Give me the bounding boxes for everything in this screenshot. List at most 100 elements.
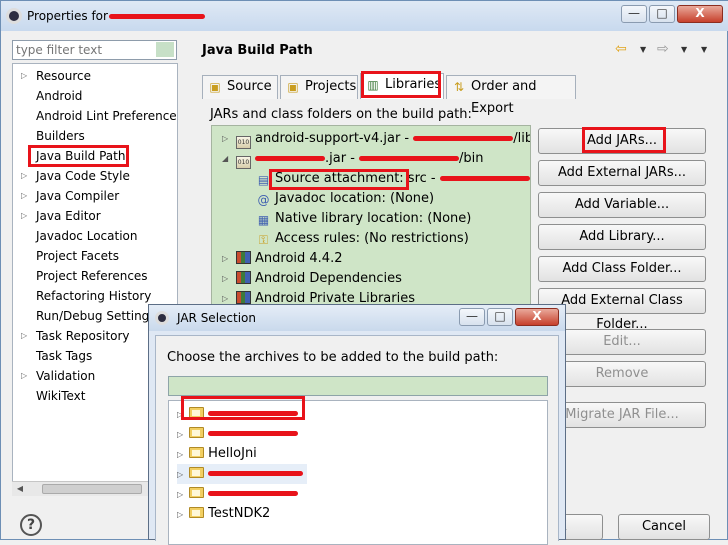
category-item[interactable]: ▷ Resource — [13, 66, 177, 86]
expand-arrow-icon[interactable]: ▷ — [222, 269, 228, 289]
category-label: Android Lint Preferences — [36, 109, 178, 123]
library-row[interactable]: ▷ 010 android-support-v4.jar - /libs — [222, 129, 530, 149]
add-variable-button[interactable]: Add Variable... — [538, 192, 706, 218]
libraries-tree: ▷ 010 android-support-v4.jar - /libs ◢ 010 .j… — [211, 125, 531, 305]
archive-filter-input[interactable] — [168, 376, 548, 396]
library-row[interactable]: @ Javadoc location: (None) — [256, 189, 435, 209]
category-label: Project Facets — [36, 249, 119, 263]
expand-arrow-icon[interactable]: ▷ — [21, 186, 31, 206]
expand-arrow-icon[interactable]: ▷ — [222, 249, 228, 269]
window-titlebar[interactable]: Properties for — □ X — [1, 1, 728, 31]
dialog-maximize-button[interactable]: □ — [487, 308, 513, 326]
category-item[interactable]: Android — [13, 86, 177, 106]
expand-arrow-icon[interactable]: ◢ — [222, 149, 228, 169]
expand-arrow-icon[interactable]: ▷ — [21, 206, 31, 226]
project-item[interactable]: ▷ — [177, 464, 527, 484]
expand-arrow-icon[interactable]: ▷ — [177, 410, 183, 419]
expand-arrow-icon[interactable]: ▷ — [21, 66, 31, 86]
project-item[interactable]: ▷ — [177, 404, 527, 424]
close-button[interactable]: X — [677, 5, 723, 23]
back-dropdown-icon[interactable]: ▼ — [640, 45, 646, 54]
expand-arrow-icon[interactable]: ▷ — [177, 490, 183, 499]
category-label: Java Compiler — [36, 189, 120, 203]
category-item[interactable]: Android Lint Preferences — [13, 106, 177, 126]
expand-arrow-icon[interactable]: ▷ — [21, 366, 31, 386]
eclipse-app-icon — [155, 311, 169, 325]
help-icon[interactable]: ? — [20, 514, 42, 536]
dialog-minimize-button[interactable]: — — [459, 308, 485, 326]
window-title: Properties for — [27, 9, 108, 23]
library-row[interactable]: ▦ Native library location: (None) — [256, 209, 472, 229]
expand-arrow-icon[interactable]: ▷ — [177, 450, 183, 459]
expand-arrow-icon[interactable]: ▷ — [21, 166, 31, 186]
dialog-close-button[interactable]: X — [515, 308, 559, 326]
category-label: Run/Debug Settings — [36, 309, 156, 323]
library-row[interactable]: ◢ 010 .jar - /bin — [222, 149, 484, 169]
library-row[interactable]: ⚿ Access rules: (No restrictions) — [256, 229, 469, 249]
back-arrow-icon[interactable]: ⇦ — [615, 41, 627, 57]
project-item[interactable]: ▷ — [177, 424, 527, 444]
category-item[interactable]: Builders — [13, 126, 177, 146]
library-books-icon — [236, 251, 251, 264]
library-row[interactable]: ▷ Android Dependencies — [222, 269, 402, 289]
cancel-button[interactable]: Cancel — [618, 514, 710, 540]
expand-arrow-icon[interactable]: ▷ — [177, 510, 183, 519]
expand-arrow-icon[interactable]: ▷ — [21, 326, 31, 346]
project-folder-icon — [189, 427, 205, 438]
dialog-titlebar[interactable]: JAR Selection — □ X — [149, 305, 565, 331]
libraries-icon: ▥ — [367, 78, 379, 92]
forward-dropdown-icon[interactable]: ▼ — [681, 45, 687, 54]
redacted-path — [413, 136, 514, 141]
category-item[interactable]: Project Facets — [13, 246, 177, 266]
maximize-button[interactable]: □ — [649, 5, 675, 23]
category-item[interactable]: ▷ Java Code Style — [13, 166, 177, 186]
expand-arrow-icon[interactable]: ▷ — [177, 430, 183, 439]
expand-arrow-icon[interactable]: ▷ — [222, 129, 228, 149]
project-item[interactable]: ▷ HelloJni — [177, 444, 527, 464]
category-label: Android — [36, 89, 83, 103]
category-item[interactable]: ▷ Java Editor — [13, 206, 177, 226]
library-label: Source attachment: src - — [275, 171, 440, 186]
add-class-folder-button[interactable]: Add Class Folder... — [538, 256, 706, 282]
expand-arrow-icon[interactable]: ▷ — [222, 289, 228, 304]
library-row[interactable]: ▷ Android Private Libraries — [222, 289, 415, 304]
category-label: Java Build Path — [36, 149, 126, 163]
category-label: Project References — [36, 269, 148, 283]
tab-order-export[interactable]: ⇅ Order and Export — [446, 75, 576, 116]
expand-arrow-icon[interactable]: ▷ — [177, 470, 183, 479]
library-books-icon — [236, 271, 251, 284]
tab-libraries[interactable]: ▥ Libraries — [360, 73, 444, 99]
add-library-button[interactable]: Add Library... — [538, 224, 706, 250]
library-row[interactable]: ▷ Android 4.4.2 — [222, 249, 342, 269]
library-label: Android Dependencies — [255, 271, 402, 286]
eclipse-app-icon — [6, 8, 22, 24]
category-item[interactable]: Refactoring History — [13, 286, 177, 306]
category-label: Builders — [36, 129, 85, 143]
view-menu-icon[interactable]: ▼ — [701, 45, 707, 54]
minimize-button[interactable]: — — [621, 5, 647, 23]
library-row[interactable]: ▤ Source attachment: src - — [256, 169, 530, 189]
dialog-body: Choose the archives to be added to the b… — [155, 335, 559, 545]
category-item[interactable]: Javadoc Location — [13, 226, 177, 246]
scroll-thumb[interactable] — [42, 484, 142, 494]
tab-source[interactable]: ▣ Source — [202, 75, 278, 99]
category-item[interactable]: Java Build Path — [13, 146, 177, 166]
tab-label: Libraries — [385, 77, 442, 92]
redacted-path — [439, 176, 530, 181]
tab-projects[interactable]: ▣ Projects — [280, 75, 358, 99]
add-jars-button[interactable]: Add JARs... — [538, 128, 706, 154]
filter-input[interactable] — [12, 40, 177, 60]
project-folder-icon — [189, 487, 205, 498]
project-item[interactable]: ▷ TestNDK2 — [177, 504, 527, 524]
scroll-left-icon[interactable]: ◀ — [12, 482, 28, 496]
project-item[interactable]: ▷ — [177, 484, 527, 504]
category-item[interactable]: ▷ Java Compiler — [13, 186, 177, 206]
add-external-jars-button[interactable]: Add External JARs... — [538, 160, 706, 186]
category-item[interactable]: Project References — [13, 266, 177, 286]
project-label: HelloJni — [208, 446, 257, 461]
tab-label: Projects — [305, 79, 357, 94]
redacted-path — [359, 156, 460, 161]
forward-arrow-icon[interactable]: ⇨ — [657, 41, 669, 57]
clear-filter-icon[interactable] — [156, 42, 174, 57]
library-path-suffix: /libs — [513, 131, 530, 146]
